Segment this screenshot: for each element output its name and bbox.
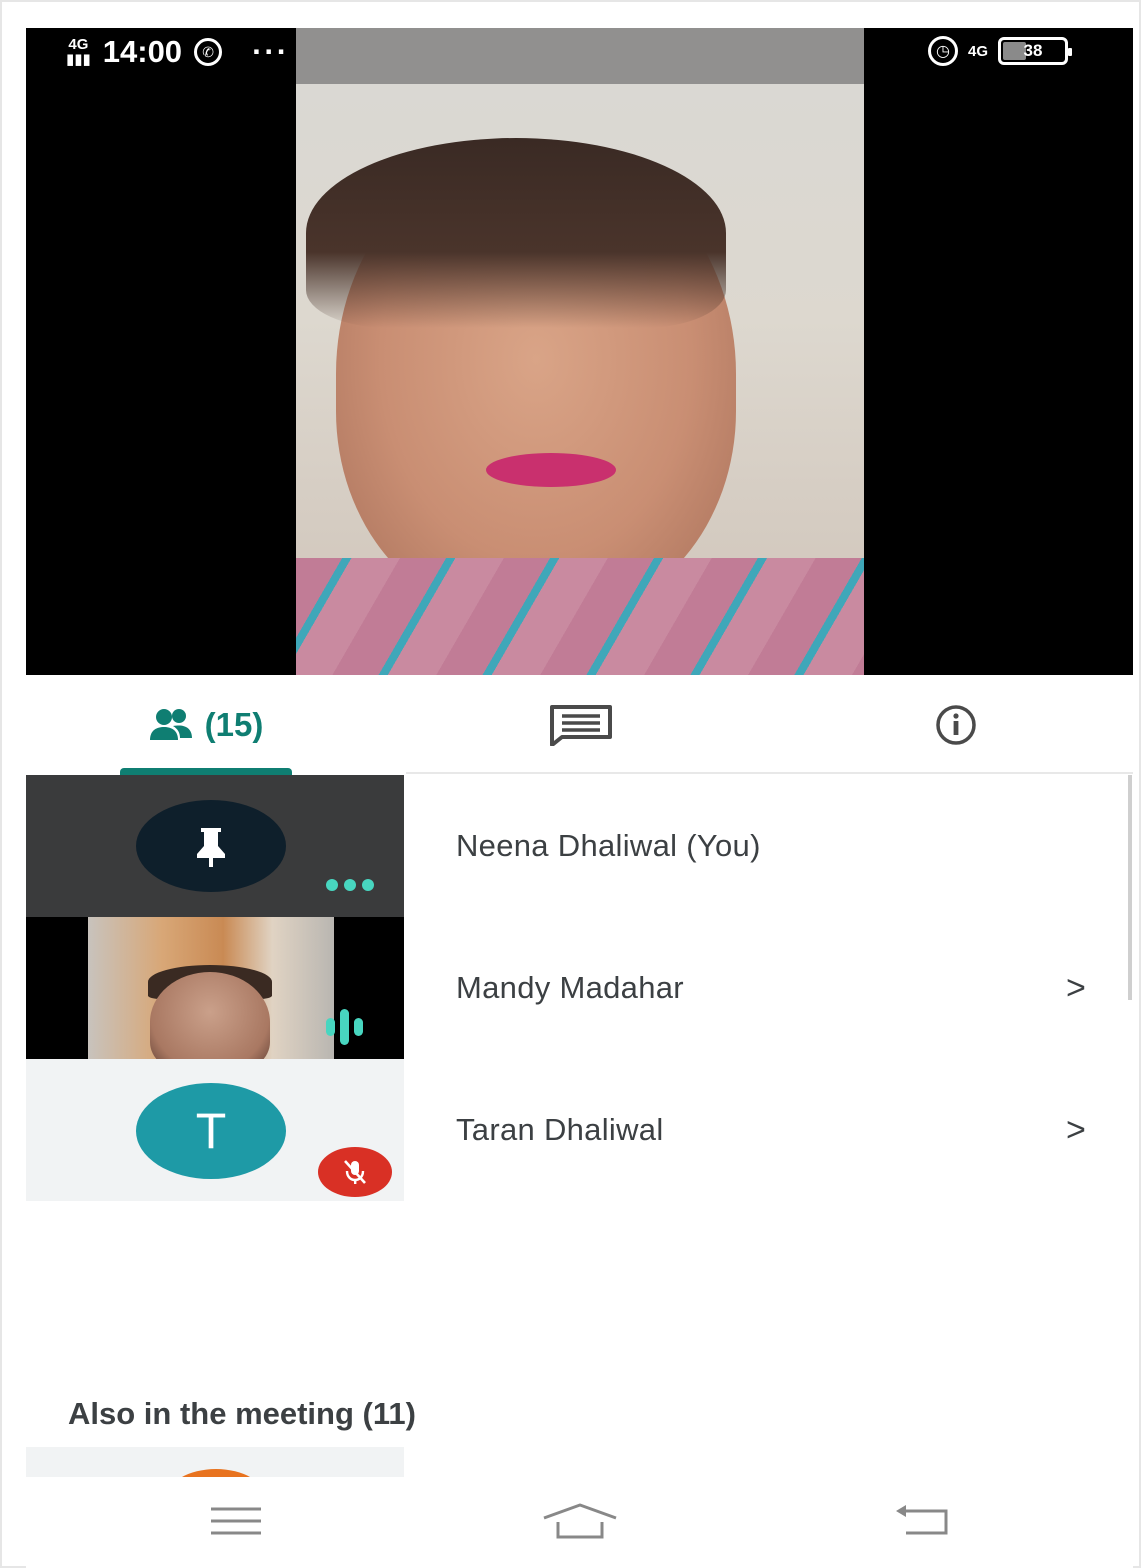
active-tab-indicator <box>120 768 292 775</box>
chat-icon <box>550 705 612 746</box>
participant-row[interactable]: Neena Dhaliwal (You) <box>26 775 1133 917</box>
home-icon[interactable] <box>540 1496 620 1546</box>
tab-people[interactable]: (15) <box>106 675 306 775</box>
participant-count: (15) <box>204 706 264 743</box>
scrollbar[interactable] <box>1128 775 1132 1000</box>
avatar <box>166 1469 266 1477</box>
menu-icon[interactable] <box>196 1496 276 1546</box>
tab-chat[interactable] <box>526 675 636 775</box>
participant-row[interactable]: T Taran Dhaliwal > <box>26 1059 1133 1201</box>
more-notifications-icon: ··· <box>252 34 290 69</box>
speaking-icon <box>326 1009 363 1045</box>
pin-icon <box>197 828 225 867</box>
participant-tile[interactable] <box>26 917 404 1059</box>
status-bar-background <box>296 28 864 84</box>
participant-name: Taran Dhaliwal <box>456 1112 664 1147</box>
tab-divider <box>406 772 1133 774</box>
battery-icon: 38 <box>998 37 1073 65</box>
battery-level: 38 <box>1023 41 1043 60</box>
meeting-tabs: (15) <box>26 675 1133 775</box>
info-icon <box>936 705 976 745</box>
chevron-right-icon[interactable]: > <box>1066 917 1086 1059</box>
participant-name: Mandy Madahar <box>456 970 684 1005</box>
main-video-area[interactable] <box>26 28 1133 675</box>
status-bar-right: ◷ 4G 38 <box>928 36 1073 66</box>
signal-icon: 4G ▮▮▮ <box>66 36 91 68</box>
network-type-right: 4G <box>968 42 989 60</box>
participant-row[interactable]: Mandy Madahar > <box>26 917 1133 1059</box>
participant-camera <box>88 917 334 1059</box>
whatsapp-icon: ✆ <box>194 38 223 66</box>
alarm-icon: ◷ <box>928 36 958 66</box>
battery-fill <box>1003 42 1026 60</box>
participant-tile[interactable] <box>26 1447 404 1477</box>
mic-muted-icon <box>318 1147 392 1197</box>
participant-name: Neena Dhaliwal (You) <box>456 828 761 863</box>
back-icon[interactable] <box>881 1496 961 1546</box>
people-icon <box>149 709 192 740</box>
clock: 14:00 <box>102 34 183 69</box>
status-bar-left: 4G ▮▮▮ 14:00 ✆ ··· <box>66 34 289 70</box>
more-options-icon[interactable] <box>326 879 374 891</box>
main-speaker-video[interactable] <box>296 28 864 675</box>
participant-tile[interactable] <box>26 775 404 917</box>
participant-tile[interactable]: T <box>26 1059 404 1201</box>
pin-avatar <box>136 800 286 892</box>
tab-info[interactable] <box>906 675 1006 775</box>
navigation-bar <box>26 1478 1133 1568</box>
network-type: 4G <box>68 36 89 53</box>
also-in-meeting-heading: Also in the meeting (11) <box>68 1396 416 1431</box>
chevron-right-icon[interactable]: > <box>1066 1059 1086 1201</box>
initial-avatar: T <box>136 1083 286 1179</box>
